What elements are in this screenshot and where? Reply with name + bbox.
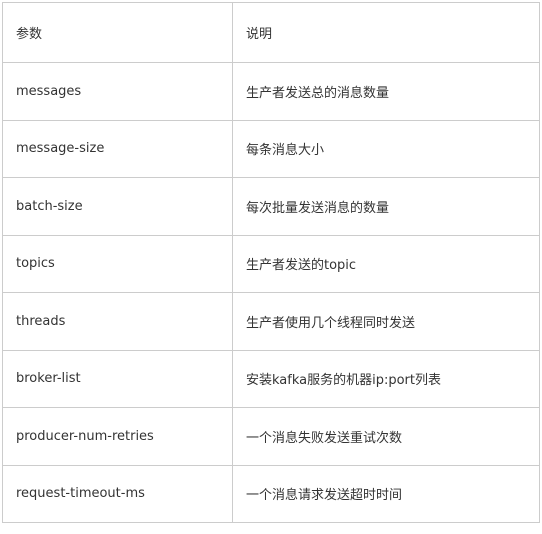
param-name-cell: producer-num-retries — [2, 407, 233, 466]
table-row: topics 生产者发送的topic — [2, 234, 540, 293]
param-description-cell: 一个消息失败发送重试次数 — [232, 407, 540, 466]
table-row: producer-num-retries 一个消息失败发送重试次数 — [2, 407, 540, 466]
header-cell-description: 说明 — [232, 2, 540, 63]
table-row: request-timeout-ms 一个消息请求发送超时时间 — [2, 464, 540, 523]
parameter-table: 参数 说明 messages 生产者发送总的消息数量 message-size … — [2, 2, 540, 523]
param-name-cell: threads — [2, 292, 233, 351]
param-description-cell: 生产者发送总的消息数量 — [232, 62, 540, 121]
param-name-cell: request-timeout-ms — [2, 464, 233, 523]
param-description-cell: 每次批量发送消息的数量 — [232, 177, 540, 236]
header-cell-parameter: 参数 — [2, 2, 233, 63]
table-row: broker-list 安装kafka服务的机器ip:port列表 — [2, 349, 540, 408]
param-name-cell: message-size — [2, 119, 233, 178]
param-name-cell: topics — [2, 234, 233, 293]
parameter-table-container: 参数 说明 messages 生产者发送总的消息数量 message-size … — [2, 2, 540, 523]
param-description-cell: 每条消息大小 — [232, 119, 540, 178]
param-name-cell: messages — [2, 62, 233, 121]
param-description-cell: 生产者发送的topic — [232, 234, 540, 293]
table-row: batch-size 每次批量发送消息的数量 — [2, 177, 540, 236]
param-description-cell: 生产者使用几个线程同时发送 — [232, 292, 540, 351]
table-row: messages 生产者发送总的消息数量 — [2, 62, 540, 121]
param-name-cell: broker-list — [2, 349, 233, 408]
table-header-row: 参数 说明 — [2, 2, 540, 63]
table-row: message-size 每条消息大小 — [2, 119, 540, 178]
param-description-cell: 一个消息请求发送超时时间 — [232, 464, 540, 523]
param-description-cell: 安装kafka服务的机器ip:port列表 — [232, 349, 540, 408]
param-name-cell: batch-size — [2, 177, 233, 236]
table-row: threads 生产者使用几个线程同时发送 — [2, 292, 540, 351]
